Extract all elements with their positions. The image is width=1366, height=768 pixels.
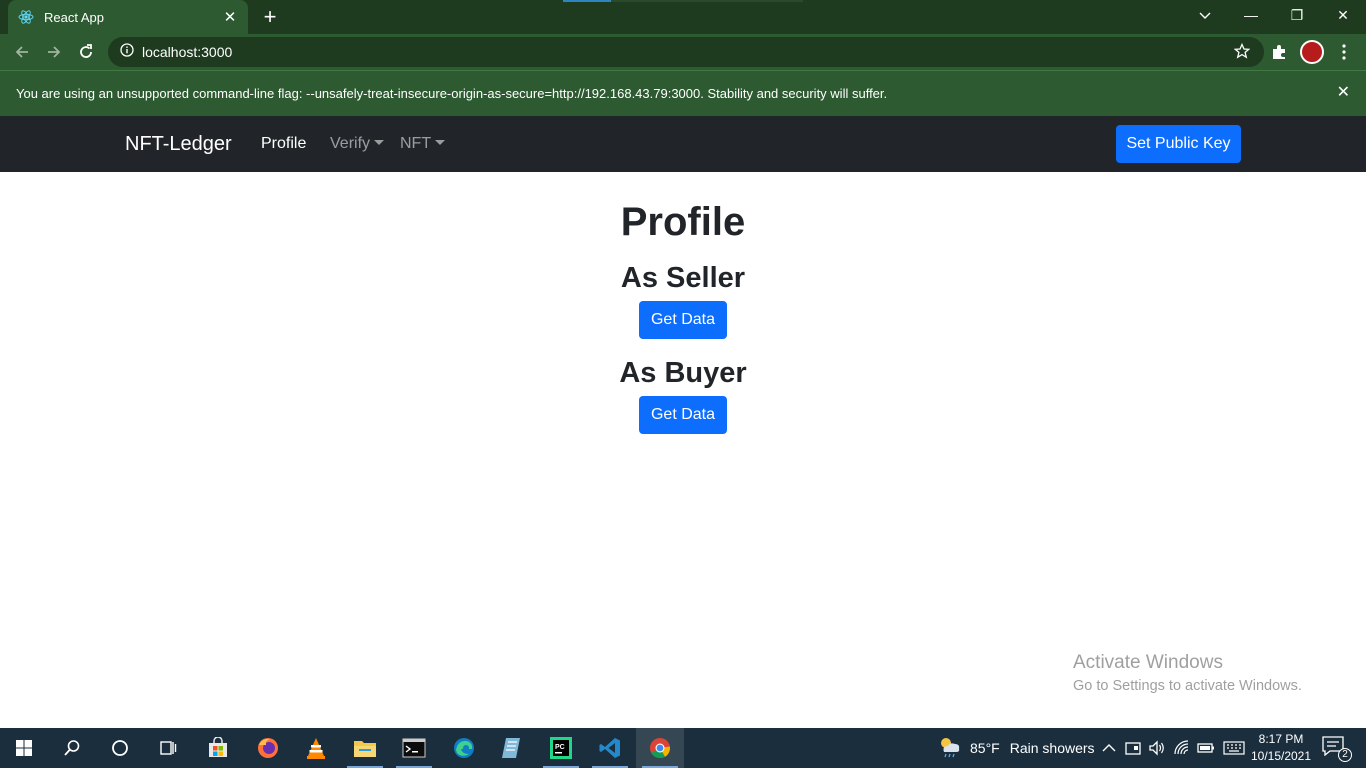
caret-down-icon <box>374 140 385 145</box>
maximize-button[interactable]: ❐ <box>1274 0 1320 30</box>
vlc-icon[interactable] <box>292 728 340 768</box>
rain-cloud-icon <box>938 736 962 761</box>
wifi-icon[interactable] <box>1172 738 1192 758</box>
notification-center-icon[interactable]: 2 <box>1322 736 1352 762</box>
chrome-icon[interactable] <box>636 728 684 768</box>
watermark-title: Activate Windows <box>1073 652 1223 673</box>
nav-link-profile[interactable]: Profile <box>261 135 306 153</box>
tab-search-chevron-icon[interactable] <box>1192 4 1218 26</box>
task-view-icon[interactable] <box>144 728 192 768</box>
close-window-button[interactable]: ✕ <box>1320 0 1366 30</box>
infobar-close-icon[interactable]: ✕ <box>1337 85 1350 101</box>
bookmark-star-icon[interactable] <box>1233 42 1251 64</box>
tab-close-icon[interactable]: ✕ <box>222 10 238 25</box>
seller-heading: As Seller <box>620 262 746 294</box>
page-title: Profile <box>620 200 746 244</box>
weather-temperature: 85°F <box>970 740 1000 756</box>
back-arrow-icon[interactable] <box>9 39 35 65</box>
cortana-icon[interactable] <box>96 728 144 768</box>
minimize-button[interactable]: — <box>1228 0 1274 30</box>
windows-taskbar: PC 85°F Rain showers 8:17 PM 10/15/2021 <box>0 728 1366 768</box>
search-icon[interactable] <box>48 728 96 768</box>
weather-condition: Rain showers <box>1009 740 1095 756</box>
activate-windows-watermark: Activate Windows Go to Settings to activ… <box>1073 652 1302 694</box>
chevron-up-icon[interactable] <box>1099 738 1119 758</box>
browser-menu-icon[interactable] <box>1334 41 1354 63</box>
file-explorer-icon[interactable] <box>341 728 389 768</box>
nav-dropdown-verify-label: Verify <box>330 135 371 152</box>
tab-strip-indicator <box>563 0 611 2</box>
security-tray-icon[interactable] <box>1123 738 1143 758</box>
pycharm-icon[interactable]: PC <box>537 728 585 768</box>
notification-count-badge: 2 <box>1338 748 1352 762</box>
nav-dropdown-nft[interactable]: NFT <box>400 135 446 153</box>
browser-title-bar: React App ✕ + — ❐ ✕ <box>0 0 1366 34</box>
notepad-icon[interactable] <box>488 728 536 768</box>
caret-down-icon <box>435 140 446 145</box>
reload-icon[interactable] <box>73 39 99 65</box>
navbar-brand[interactable]: NFT-Ledger <box>125 133 232 156</box>
store-icon[interactable] <box>194 728 242 768</box>
app-navbar: NFT-Ledger Profile Verify NFT Set Public… <box>0 116 1366 172</box>
buyer-get-data-button[interactable]: Get Data <box>639 396 727 434</box>
vscode-icon[interactable] <box>586 728 634 768</box>
edge-icon[interactable] <box>440 728 488 768</box>
browser-tab[interactable]: React App ✕ <box>8 0 248 34</box>
watermark-subtitle: Go to Settings to activate Windows. <box>1073 678 1302 694</box>
address-bar[interactable]: localhost:3000 <box>108 37 1264 67</box>
nav-dropdown-verify[interactable]: Verify <box>330 135 385 153</box>
url-text: localhost:3000 <box>142 44 233 60</box>
system-clock[interactable]: 8:17 PM 10/15/2021 <box>1248 731 1314 765</box>
windows-start-icon[interactable] <box>0 728 48 768</box>
buyer-heading: As Buyer <box>619 357 747 389</box>
profile-avatar[interactable] <box>1300 40 1324 64</box>
weather-widget[interactable]: 85°F Rain showers <box>938 728 1095 768</box>
info-icon[interactable] <box>120 42 134 62</box>
new-tab-button[interactable]: + <box>258 5 282 29</box>
terminal-icon[interactable] <box>390 728 438 768</box>
keyboard-icon[interactable] <box>1222 738 1246 758</box>
firefox-icon[interactable] <box>244 728 292 768</box>
infobar-message: You are using an unsupported command-lin… <box>16 86 888 101</box>
react-icon <box>18 9 34 25</box>
profile-page: Profile As Seller Get Data As Buyer Get … <box>0 172 1366 728</box>
set-public-key-button[interactable]: Set Public Key <box>1116 125 1241 163</box>
tab-strip-indicator-secondary <box>611 0 803 2</box>
volume-icon[interactable] <box>1147 738 1167 758</box>
svg-text:PC: PC <box>555 744 565 751</box>
extensions-puzzle-icon[interactable] <box>1268 41 1290 63</box>
battery-icon[interactable] <box>1196 738 1216 758</box>
tab-title: React App <box>44 9 104 25</box>
seller-get-data-button[interactable]: Get Data <box>639 301 727 339</box>
unsupported-flag-infobar: You are using an unsupported command-lin… <box>0 70 1366 116</box>
browser-toolbar: localhost:3000 <box>0 34 1366 70</box>
forward-arrow-icon[interactable] <box>41 39 67 65</box>
nav-dropdown-nft-label: NFT <box>400 135 432 152</box>
clock-time: 8:17 PM <box>1258 732 1304 746</box>
clock-date: 10/15/2021 <box>1250 749 1312 763</box>
